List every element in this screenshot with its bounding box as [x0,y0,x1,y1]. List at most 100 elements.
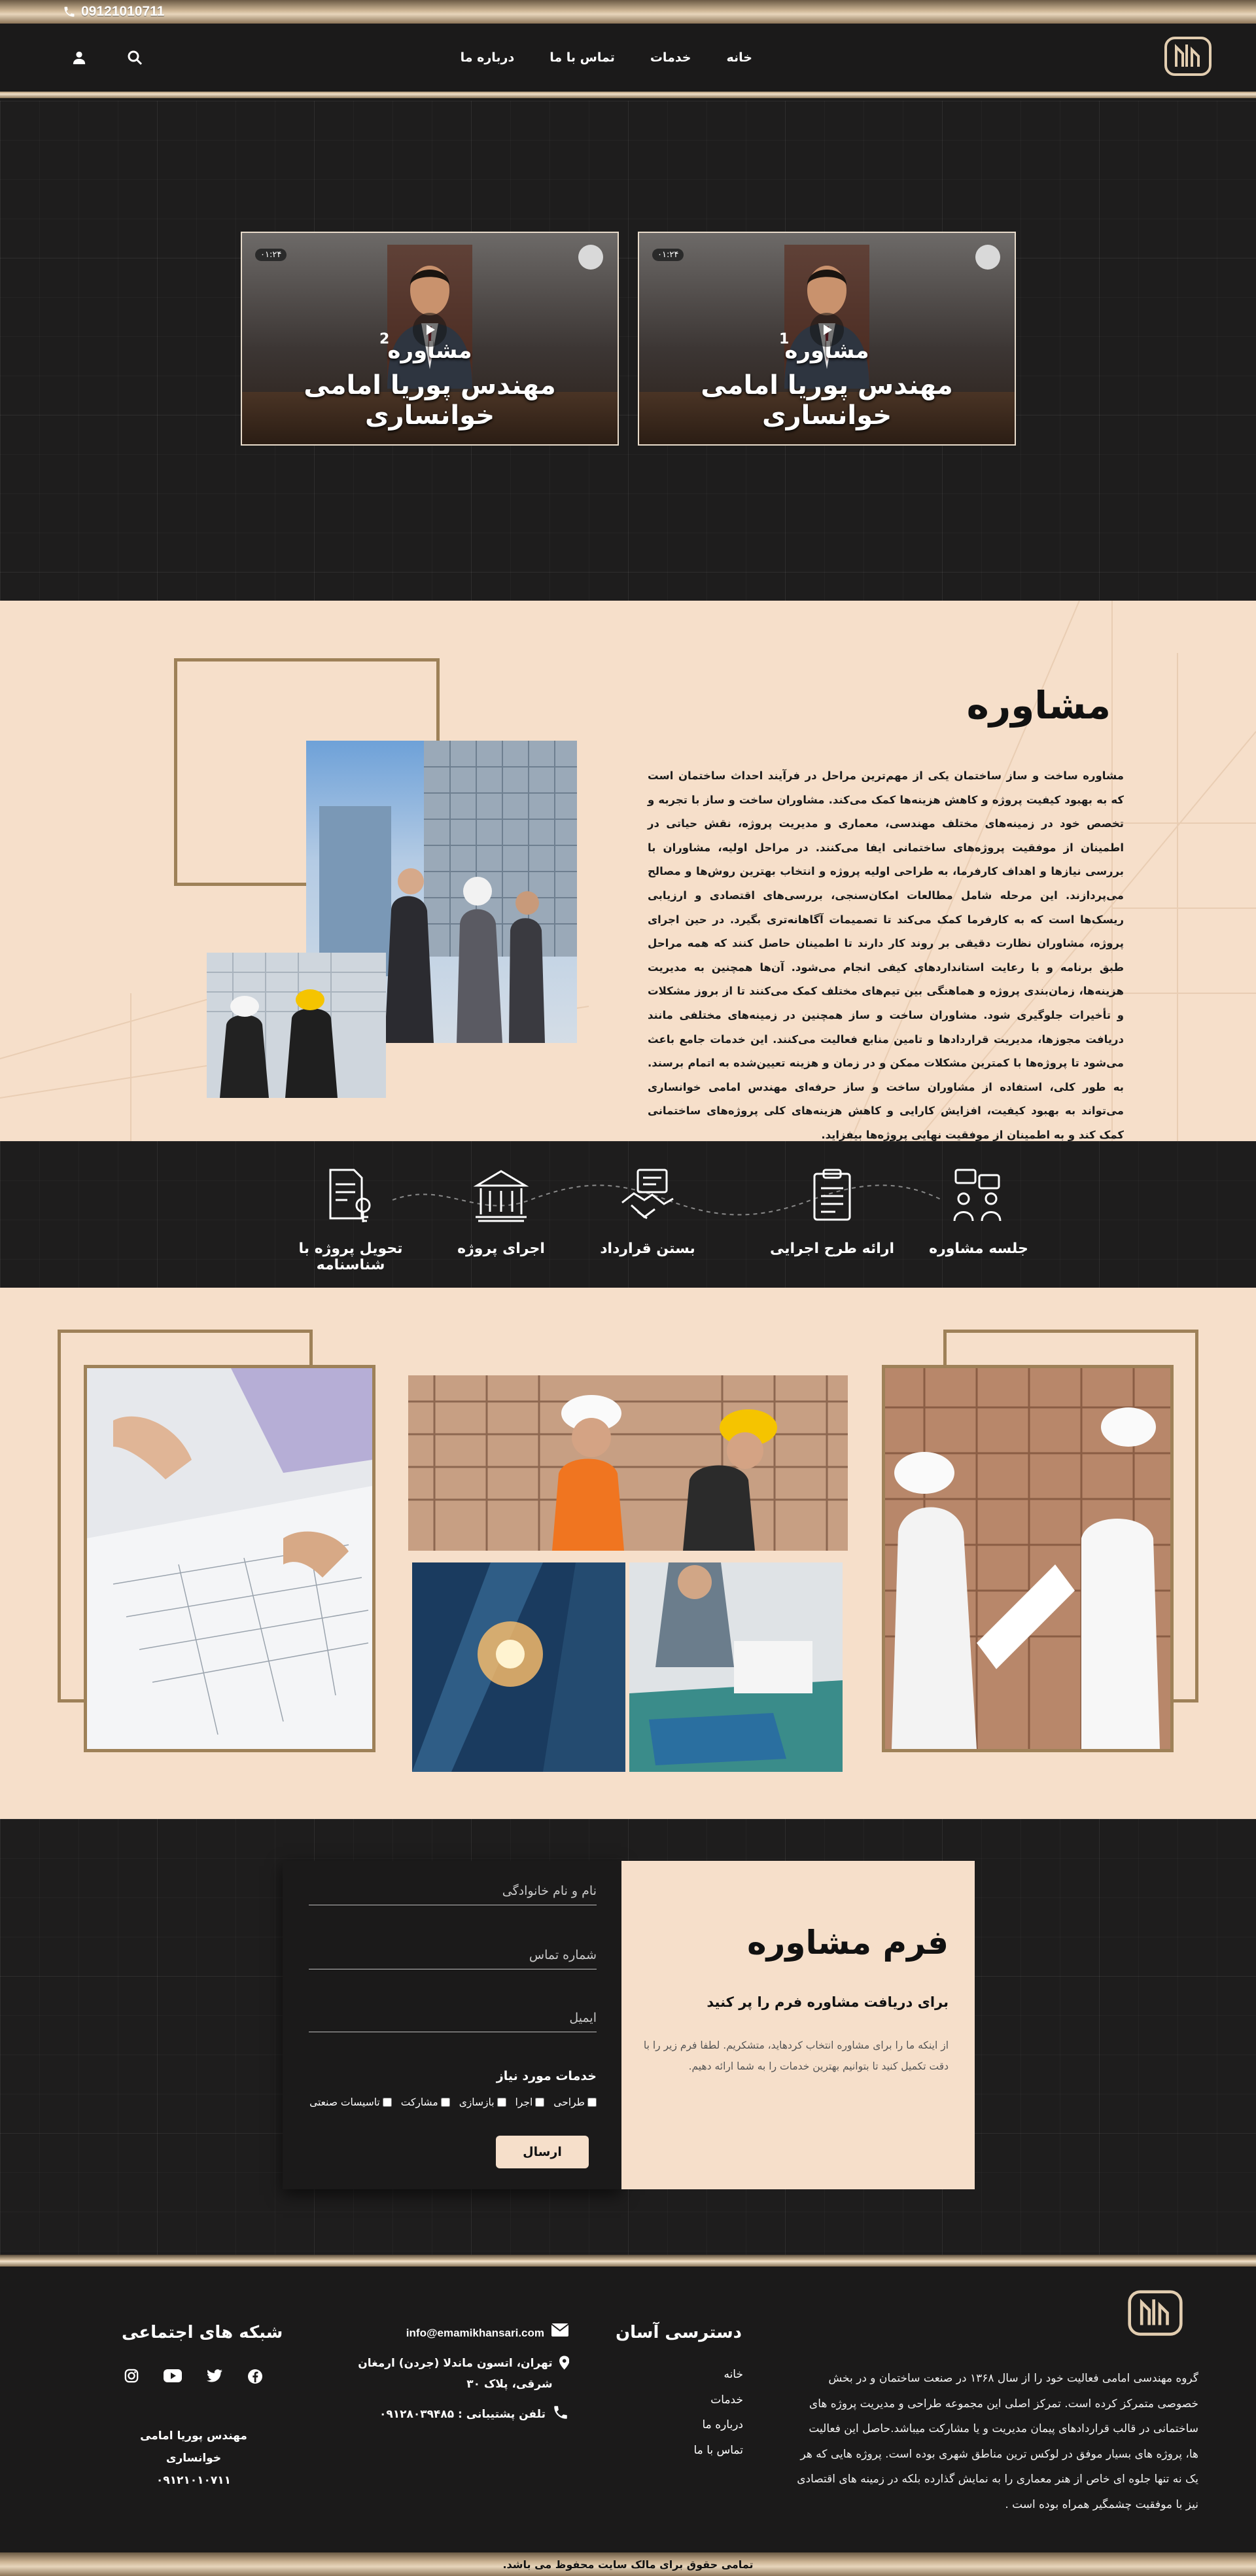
submit-button[interactable]: ارسال [496,2136,589,2168]
quick-link-services[interactable]: خدمات [694,2388,743,2413]
service-label: اجرا [515,2096,533,2108]
contact-email-text: info@emamikhansari.com [406,2327,544,2339]
phone-field[interactable] [309,1942,597,1969]
service-checkbox[interactable] [382,2098,392,2107]
topbar-phone-text: 09121010711 [81,4,165,19]
form-subtitle: برای دریافت مشاوره فرم را پر کنید [706,1994,949,2010]
service-checkbox[interactable] [587,2098,597,2107]
step-contract: بستن قرارداد [582,1166,713,1257]
search-icon[interactable] [127,50,143,65]
consult-photo-helmets [207,953,386,1098]
process-section: جلسه مشاوره ارائه طرح اجرایی بستن قراردا… [0,1141,1256,1288]
instagram-icon[interactable] [124,2369,139,2387]
quick-links-title: دسترسی آسان [615,2323,742,2342]
topbar-phone[interactable]: 09121010711 [63,4,164,20]
video-card-1[interactable]: ۰۱:۲۴ 1 مشاوره مهندس پوریا امامی خوانسار… [638,232,1016,446]
consult-body: مشاوره ساخت و ساز ساختمان یکی از مهم‌تری… [648,769,1124,1141]
building-icon [473,1170,529,1222]
gallery-photo-meeting [629,1562,843,1772]
owner-name: مهندس پوریا امامی خوانساری [140,2429,247,2465]
step-execution-plan: ارائه طرح اجرایی [767,1166,898,1257]
service-option-partnership[interactable]: مشارکت [401,2096,450,2108]
meeting-icon [953,1169,1002,1222]
phone-icon [554,2406,567,2419]
gallery-photo-blueprint [84,1365,375,1752]
site-footer: گروه مهندسی امامی فعالیت خود را از سال ۱… [0,2267,1256,2552]
handshake-icon [621,1169,674,1220]
form-title: فرم مشاوره [747,1924,949,1962]
service-option-industrial[interactable]: تاسیسات صنعتی [309,2096,392,2108]
quick-link-home[interactable]: خانه [694,2362,743,2388]
video-card-2[interactable]: ۰۱:۲۴ 2 مشاوره مهندس پوریا امامی خوانسار… [241,232,619,446]
service-checkbox[interactable] [497,2098,506,2107]
logo[interactable] [1163,35,1213,77]
footer-logo[interactable] [1126,2289,1184,2337]
consult-form-section: خدمات مورد نیاز طراحی اجرا بازسازی مشارک… [0,1819,1256,2255]
services-label: خدمات مورد نیاز [496,2069,597,2083]
consult-title: مشاوره [966,683,1111,728]
email-input[interactable] [309,2005,597,2031]
step-label: اجرای پروژه [457,1241,545,1257]
contact-phone[interactable]: تلفن پشتیبانی : ۰۹۱۲۸۰۳۹۴۸۵ [353,2404,569,2425]
contact-address-text: تهران، اتسون ماندلا (جردن) ارمغان شرقی، … [358,2357,553,2391]
name-input[interactable] [309,1878,597,1904]
service-option-execution[interactable]: اجرا [515,2096,545,2108]
social-icons [124,2369,263,2387]
video-title-bottom: مهندس پوریا امامی خوانساری [304,370,556,431]
service-checkbox[interactable] [535,2098,545,2107]
copyright-bar: تمامی حقوق برای مالک سایت محفوظ می باشد. [0,2552,1256,2576]
gallery-photo-workers [882,1365,1174,1752]
footer-gold-divider [0,2255,1256,2267]
step-label: بستن قرارداد [600,1241,695,1257]
services-checkboxes: طراحی اجرا بازسازی مشارکت تاسیسات صنعتی [309,2096,597,2108]
service-option-renovation[interactable]: بازسازی [459,2096,506,2108]
video-title-bottom: مهندس پوریا امامی خوانساری [701,370,953,431]
gallery-photo-site-team [408,1375,848,1551]
owner-mobile: ۰۹۱۲۱۰۱۰۷۱۱ [156,2474,232,2487]
phone-input[interactable] [309,1942,597,1968]
nav-contact[interactable]: تماس با ما [550,50,615,65]
service-label: مشارکت [400,2096,438,2108]
contact-email[interactable]: info@emamikhansari.com [353,2323,569,2344]
quick-links: خانه خدمات درباره ما تماس با ما [694,2362,744,2463]
youtube-icon[interactable] [164,2369,182,2387]
channel-avatar [975,245,1000,270]
top-bar: 09121010711 [0,0,1256,24]
nav-home[interactable]: خانه [727,50,752,65]
facebook-icon[interactable] [247,2369,263,2387]
location-icon [559,2355,569,2370]
play-icon [824,325,832,335]
form-info-panel: فرم مشاوره برای دریافت مشاوره فرم را پر … [621,1861,975,2189]
phone-icon [64,7,75,17]
step-label: تحویل پروژه با شناسنامه [298,1241,403,1273]
step-label: جلسه مشاوره [929,1241,1028,1257]
quick-link-about[interactable]: درباره ما [694,2412,744,2438]
social-title: شبکه های اجتماعی [122,2323,283,2342]
footer-owner: مهندس پوریا امامی خوانساری ۰۹۱۲۱۰۱۰۷۱۱ [128,2425,259,2492]
gallery-photo-skyline [412,1562,625,1772]
service-label: طراحی [553,2096,585,2108]
name-field[interactable] [309,1878,597,1905]
nav-about[interactable]: درباره ما [461,50,515,65]
step-label: ارائه طرح اجرایی [769,1241,895,1257]
nav-services[interactable]: خدمات [650,50,691,65]
service-option-design[interactable]: طراحی [553,2096,597,2108]
main-nav: خانه خدمات تماس با ما درباره ما [461,24,752,92]
play-button[interactable] [413,313,447,347]
document-key-icon [329,1169,371,1222]
hero-section: ۰۱:۲۴ 1 مشاوره مهندس پوریا امامی خوانسار… [0,101,1256,601]
video-duration: ۰۱:۲۴ [255,249,287,261]
form-panel: خدمات مورد نیاز طراحی اجرا بازسازی مشارک… [283,1861,621,2189]
service-checkbox[interactable] [440,2098,450,2107]
quick-link-contact[interactable]: تماس با ما [694,2438,744,2463]
user-icon[interactable] [72,50,86,65]
play-button[interactable] [810,313,844,347]
step-project-run: اجرای پروژه [436,1166,567,1257]
twitter-icon[interactable] [207,2369,222,2387]
email-field[interactable] [309,2005,597,2032]
consult-section: مشاوره مشاوره ساخت و ساز ساختمان یکی از … [0,601,1256,1141]
form-description: از اینکه ما را برای مشاوره انتخاب کردهای… [643,2039,949,2072]
contact-phone-text: تلفن پشتیبانی : ۰۹۱۲۸۰۳۹۴۸۵ [379,2408,546,2421]
contact-info: info@emamikhansari.com تهران، اتسون ماند… [353,2323,569,2434]
step-delivery: تحویل پروژه با شناسنامه [285,1166,416,1273]
